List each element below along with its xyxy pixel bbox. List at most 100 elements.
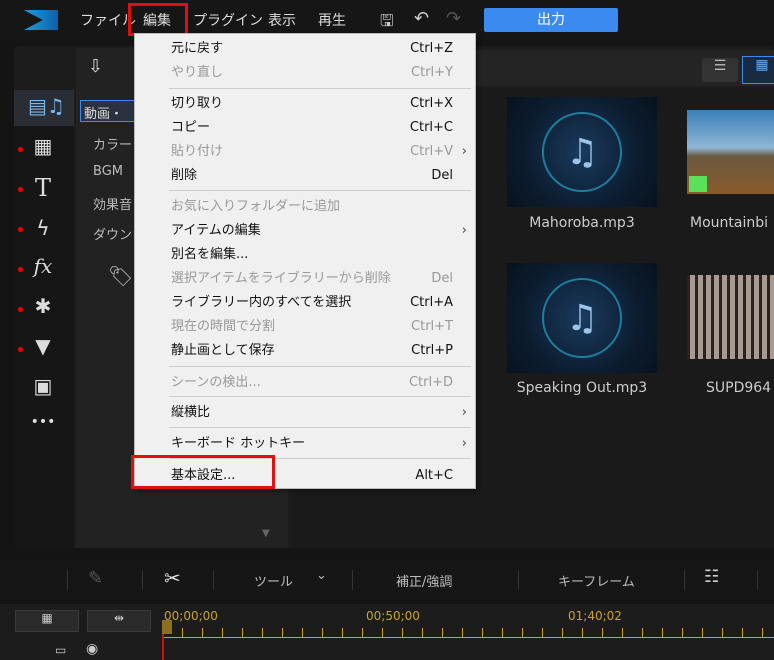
notification-dot (18, 187, 23, 192)
menu-item-label: 貼り付け (171, 144, 224, 159)
menu-play[interactable]: 再生 (318, 10, 346, 30)
divider (757, 570, 758, 590)
tools-button[interactable]: ツール (254, 571, 293, 590)
divider (142, 570, 143, 590)
eye-icon[interactable]: ◉ (86, 641, 98, 657)
menu-item[interactable]: 切り取り Ctrl+X (135, 93, 475, 115)
menu-plugin[interactable]: プラグイン (193, 10, 263, 30)
fix-enhance-button[interactable]: 補正/強調 (396, 571, 452, 590)
media-room-icon[interactable]: ▤♫ (28, 94, 65, 118)
template-room-icon[interactable]: ▦ (28, 134, 58, 158)
notification-dot (18, 307, 23, 312)
menu-item-label: 切り取り (171, 96, 224, 111)
import-icon[interactable]: ⇩ (88, 56, 103, 77)
chevron-right-icon: › (461, 436, 467, 451)
menu-item-shortcut: Ctrl+T (411, 319, 453, 334)
menu-item-label: ライブラリー内のすべてを選択 (171, 295, 352, 310)
menu-item-shortcut: Ctrl+A (410, 295, 453, 310)
menu-item-shortcut: Ctrl+P (411, 343, 453, 358)
menu-item[interactable]: 縦横比 › (135, 402, 475, 424)
category-video[interactable]: 動画・ (84, 103, 123, 122)
media-thumbnail-video[interactable] (687, 275, 774, 359)
media-thumbnail-audio[interactable]: ♫ (507, 97, 657, 207)
media-thumbnail-audio[interactable]: ♫ (507, 263, 657, 373)
pip-room-icon[interactable]: ✱ (28, 294, 58, 318)
menu-item-label: やり直し (171, 65, 224, 80)
menu-item[interactable]: キーボード ホットキー › (135, 433, 475, 455)
menu-item-label: 縦横比 (171, 405, 211, 420)
menu-item[interactable]: やり直し Ctrl+Y (135, 62, 475, 84)
menu-item[interactable]: シーンの検出... Ctrl+D (135, 372, 475, 394)
particle-room-icon[interactable]: ▼ (28, 334, 58, 358)
menu-item[interactable]: 貼り付け Ctrl+V › (135, 141, 475, 163)
menu-item[interactable]: 現在の時間で分割 Ctrl+T (135, 316, 475, 338)
menu-item[interactable]: 削除 Del (135, 165, 475, 187)
menu-separator (169, 396, 471, 397)
redo-icon[interactable]: ↷ (446, 8, 461, 29)
divider (213, 570, 214, 590)
menu-item-shortcut: Ctrl+Y (411, 65, 453, 80)
menu-item-label: 削除 (171, 168, 198, 183)
more-icon[interactable]: ••• (28, 414, 58, 430)
playhead-handle[interactable] (162, 620, 172, 634)
list-edit-icon[interactable]: ☷ (704, 567, 719, 587)
output-button[interactable]: 出力 (484, 8, 618, 32)
menu-item[interactable]: ライブラリー内のすべてを選択 Ctrl+A (135, 292, 475, 314)
transition-room-icon[interactable]: ϟ (28, 216, 58, 240)
menu-item[interactable]: コピー Ctrl+C (135, 117, 475, 139)
menu-item-label: 現在の時間で分割 (171, 319, 276, 334)
music-note-icon: ♫ (542, 278, 622, 358)
edit-pen-icon[interactable]: ✎ (88, 568, 103, 589)
ruler-ticks (162, 628, 774, 637)
notification-dot (18, 147, 23, 152)
add-tag-icon[interactable]: 🏷 (108, 264, 133, 288)
scroll-down-arrow[interactable]: ▼ (262, 528, 270, 539)
subtitle-room-icon[interactable]: ▣ (28, 374, 58, 398)
chevron-down-icon[interactable]: ⌄ (316, 568, 327, 583)
menu-item[interactable]: 元に戻す Ctrl+Z (135, 38, 475, 60)
menu-item[interactable]: 別名を編集... (135, 244, 475, 266)
media-label: Mountainbi (690, 215, 768, 231)
category-bgm[interactable]: BGM (93, 164, 123, 179)
room-icon-bar (14, 90, 74, 548)
playhead-line[interactable] (162, 634, 164, 660)
scissors-icon[interactable]: ✂ (164, 566, 181, 590)
keyframe-button[interactable]: キーフレーム (558, 571, 635, 590)
notification-dot (18, 267, 23, 272)
media-label: Mahoroba.mp3 (529, 215, 635, 231)
category-sfx[interactable]: 効果音 (93, 194, 132, 213)
menu-item-label: キーボード ホットキー (171, 436, 306, 451)
menu-item-shortcut: Ctrl+D (408, 375, 453, 390)
timeline-toolbar (0, 560, 774, 600)
divider (352, 570, 353, 590)
menu-item[interactable]: アイテムの編集 › (135, 220, 475, 242)
menu-item[interactable]: 選択アイテムをライブラリーから削除 Del (135, 268, 475, 290)
menu-item[interactable]: 静止画として保存 Ctrl+P (135, 340, 475, 362)
menu-separator (169, 88, 471, 89)
grid-view-button[interactable]: ▦ (742, 56, 774, 84)
menu-item[interactable]: お気に入りフォルダーに追加 (135, 196, 475, 218)
media-label: Speaking Out.mp3 (516, 380, 648, 396)
menu-item-shortcut: Ctrl+Z (410, 41, 453, 56)
timecode: 00;50;00 (366, 609, 420, 623)
timeline-ruler (162, 637, 774, 638)
chevron-right-icon: › (461, 223, 467, 238)
undo-icon[interactable]: ↶ (414, 8, 429, 29)
add-track-button[interactable]: ▦ (15, 610, 79, 632)
menu-item-shortcut: Del (431, 271, 453, 286)
category-color[interactable]: カラー (93, 134, 132, 153)
fit-timeline-button[interactable]: ⇹ (87, 610, 151, 632)
menu-item-label: 静止画として保存 (171, 343, 275, 358)
divider (518, 570, 519, 590)
media-label: SUPD964 (706, 380, 772, 396)
divider (684, 570, 685, 590)
list-view-button[interactable]: ☰ (702, 58, 738, 82)
menu-item-label: シーンの検出... (171, 375, 261, 390)
menu-view[interactable]: 表示 (268, 10, 296, 30)
fx-room-icon[interactable]: fx (28, 254, 58, 278)
chevron-right-icon: › (461, 144, 467, 159)
title-room-icon[interactable]: T (28, 174, 58, 202)
menu-edit[interactable]: 編集 (143, 10, 171, 30)
video-badge-icon (689, 176, 707, 192)
menu-separator (169, 427, 471, 428)
